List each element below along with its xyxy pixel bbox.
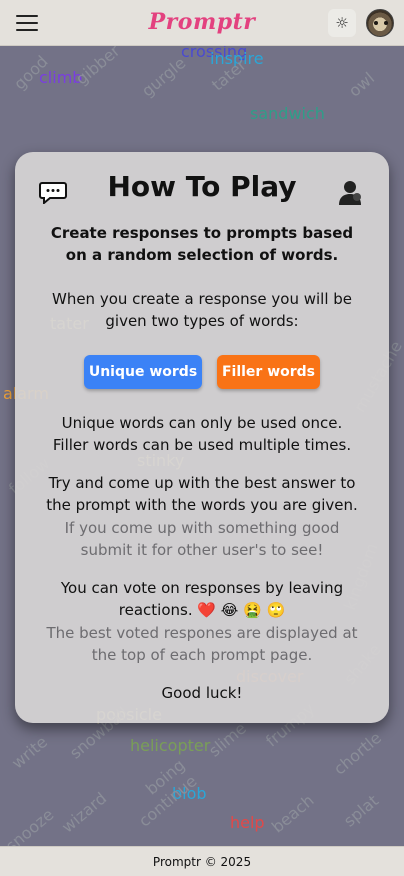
thinking-person-icon [339,181,361,205]
background-word: wizard [58,788,111,837]
app-header: Promptr ☼ [0,0,404,46]
good-luck-text: Good luck! [161,684,243,702]
background-word: beach [268,790,318,837]
how-to-play-modal: How To Play Create responses to prompts … [15,152,389,723]
background-word: gibber [72,46,124,89]
sun-icon[interactable]: ☼ [328,8,356,37]
background-word: chortle [330,728,386,779]
background-word: help [230,813,265,832]
unique-words-button[interactable]: Unique words [84,355,202,389]
background-word: owl [345,68,379,101]
instruction-best-voted: The best voted respones are displayed at… [46,624,358,664]
filler-words-button[interactable]: Filler words [217,355,320,389]
app-logo[interactable]: Promptr [149,9,256,35]
background-word: slime [205,718,250,761]
instruction-submit: If you come up with something good submi… [64,519,340,559]
background-word: snooze [2,804,58,846]
instruction-word-types: When you create a response you will be g… [51,290,353,330]
avatar[interactable] [366,8,394,37]
hamburger-menu-icon[interactable] [16,14,38,31]
modal-subtitle: Create responses to prompts based on a r… [50,224,354,264]
background-word: write [8,732,52,773]
instruction-voting: You can vote on responses by leaving rea… [60,579,344,619]
background-word: helicopter [130,736,211,755]
header-actions: ☼ [328,8,394,37]
app-footer: Promptr © 2025 [0,846,404,876]
background-word: gurgle [138,53,190,101]
instruction-word-usage: Unique words can only be used once. Fill… [52,414,352,454]
instruction-best-answer: Try and come up with the best answer to … [46,474,358,514]
modal-title: How To Play [107,170,297,203]
background-word: splat [340,790,383,831]
background-word: sandwich [250,104,325,123]
